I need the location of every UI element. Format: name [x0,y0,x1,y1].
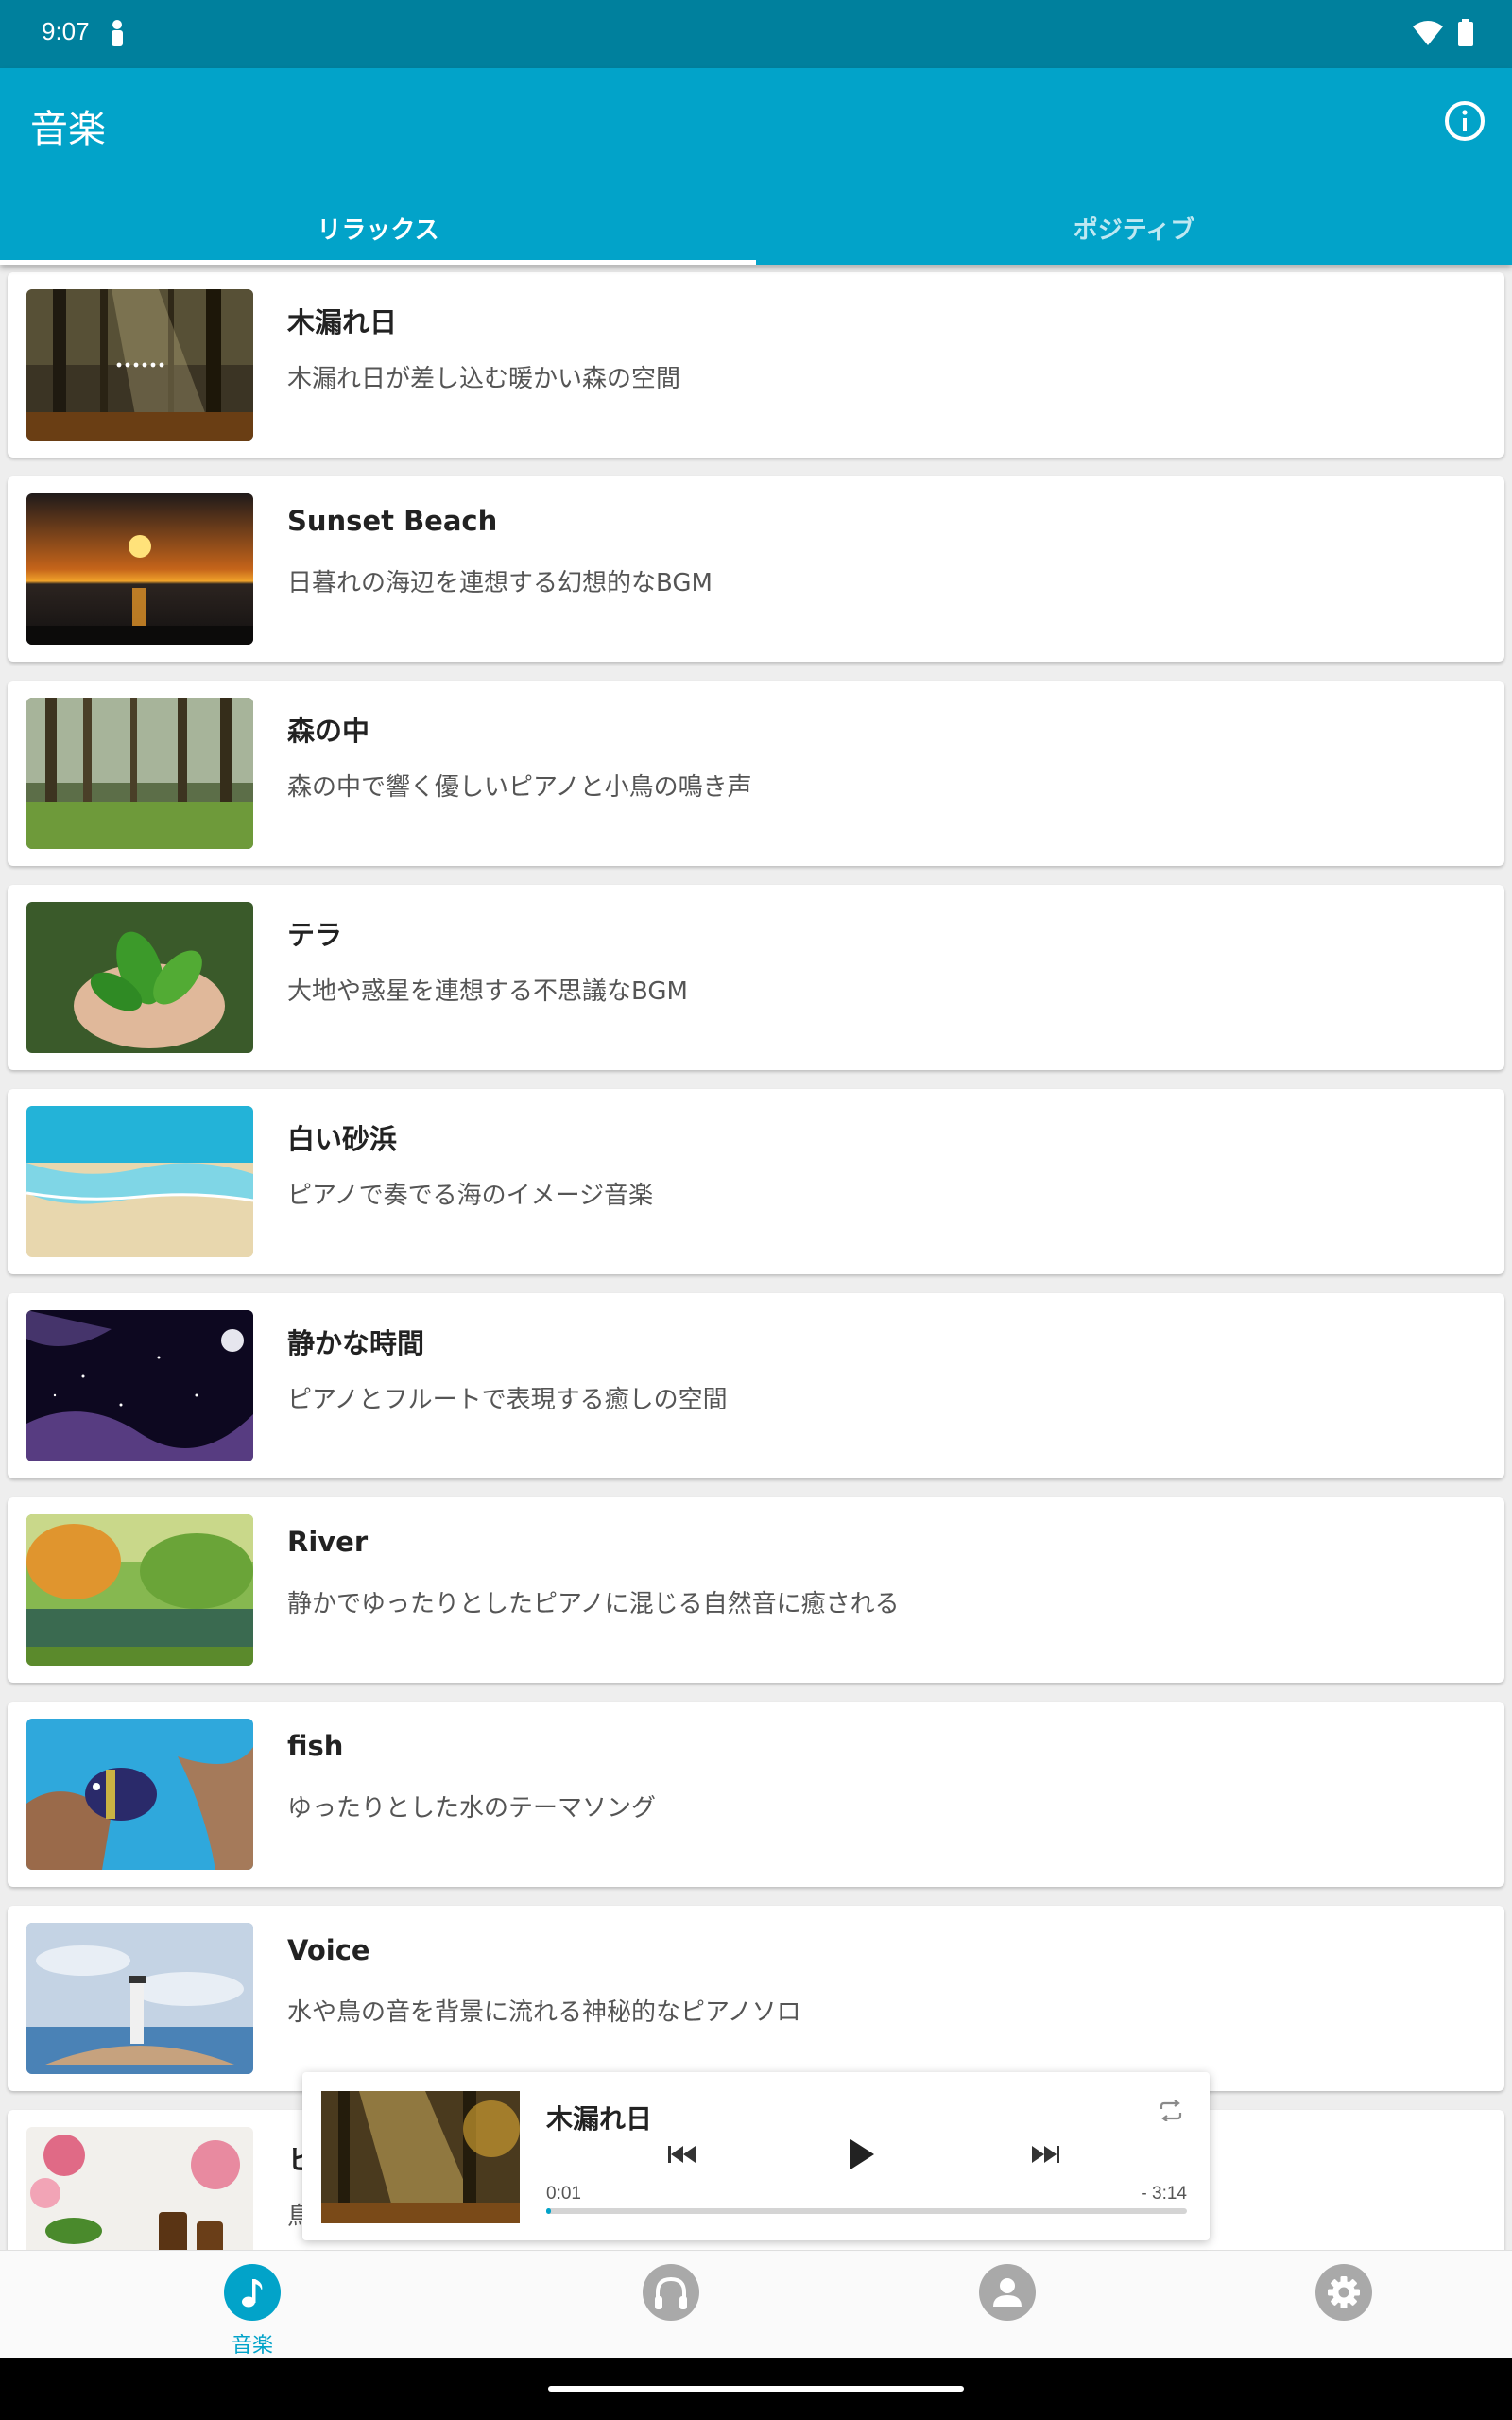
nav-settings[interactable] [1249,2251,1438,2359]
track-card[interactable]: 静かな時間 ピアノとフルートで表現する癒しの空間 [8,1293,1504,1478]
track-card[interactable]: 森の中 森の中で響く優しいピアノと小鳥の鳴き声 [8,681,1504,866]
page-title: 音楽 [30,108,106,151]
track-thumbnail [26,289,253,441]
track-thumbnail [26,1310,253,1461]
tab-bar: リラックス ポジティブ [0,191,1512,265]
track-description: 木漏れ日が差し込む暖かい森の空間 [287,365,681,393]
nav-listen[interactable] [576,2251,765,2359]
battery-icon [1457,19,1474,51]
play-icon[interactable] [849,2138,875,2174]
track-card[interactable]: Sunset Beach 日暮れの海辺を連想する幻想的なBGM [8,476,1504,662]
track-description: ピアノで奏でる海のイメージ音楽 [287,1182,654,1210]
track-card[interactable]: 木漏れ日 木漏れ日が差し込む暖かい森の空間 [8,272,1504,458]
home-handle[interactable] [548,2386,964,2392]
track-description: 水や鳥の音を背景に流れる神秘的なピアノソロ [287,1998,801,2027]
track-description: 森の中で響く優しいピアノと小鳥の鳴き声 [287,773,752,802]
track-thumbnail [26,1106,253,1257]
mini-player[interactable]: 木漏れ日 0:01 - 3:14 [302,2072,1210,2240]
track-title: River [287,1526,369,1558]
track-title: fish [287,1730,344,1762]
gear-icon [1315,2264,1372,2321]
current-time: 0:01 [546,2184,581,2204]
track-title: Sunset Beach [287,505,498,537]
info-icon [1445,101,1485,141]
track-description: 日暮れの海辺を連想する幻想的なBGM [287,569,713,597]
track-title: Voice [287,1934,370,1966]
track-title: 静かな時間 [287,1327,425,1359]
app-bar: 音楽 リラックス ポジティブ [0,68,1512,265]
gesture-bar [0,2358,1512,2420]
track-title: 木漏れ日 [287,306,398,338]
headphones-icon [643,2264,699,2321]
player-artwork [321,2091,520,2223]
track-thumbnail [26,1923,253,2074]
track-card[interactable]: fish ゆったりとした水のテーマソング [8,1702,1504,1887]
progress-slider[interactable] [546,2208,1187,2214]
track-card[interactable]: River 静かでゆったりとしたピアノに混じる自然音に癒される [8,1497,1504,1683]
track-description: 大地や惑星を連想する不思議なBGM [287,977,688,1006]
person-icon [108,19,127,51]
track-card[interactable]: Voice 水や鳥の音を背景に流れる神秘的なピアノソロ [8,1906,1504,2091]
track-description: ピアノとフルートで表現する癒しの空間 [287,1386,728,1414]
track-card[interactable]: テラ 大地や惑星を連想する不思議なBGM [8,885,1504,1070]
track-thumbnail [26,698,253,849]
track-list: 木漏れ日 木漏れ日が差し込む暖かい森の空間 Sunset Beach 日暮れの海… [0,265,1512,2250]
remaining-time: - 3:14 [1141,2184,1187,2204]
nav-music[interactable]: 音楽 [158,2251,347,2359]
status-bar: 9:07 [0,0,1512,68]
bottom-nav: 音楽 [0,2250,1512,2358]
track-title: テラ [287,919,343,951]
track-thumbnail [26,2127,253,2250]
track-description: 静かでゆったりとしたピアノに混じる自然音に癒される [287,1590,900,1618]
progress-fill [546,2208,551,2214]
tab-positive[interactable]: ポジティブ [756,191,1512,265]
skip-previous-icon[interactable] [667,2144,697,2169]
track-thumbnail [26,1514,253,1666]
music-note-icon [224,2264,281,2321]
track-title: 白い砂浜 [287,1123,398,1155]
track-card[interactable]: 白い砂浜 ピアノで奏でる海のイメージ音楽 [8,1089,1504,1274]
track-description: ゆったりとした水のテーマソング [287,1794,657,1823]
status-time: 9:07 [42,17,90,45]
nav-music-label: 音楽 [231,2334,273,2358]
track-thumbnail [26,1719,253,1870]
tab-relax[interactable]: リラックス [0,191,756,265]
repeat-icon[interactable] [1157,2100,1185,2125]
wifi-icon [1412,20,1444,50]
account-icon [979,2264,1036,2321]
track-thumbnail [26,493,253,645]
nav-account[interactable] [913,2251,1102,2359]
track-thumbnail [26,902,253,1053]
info-button[interactable] [1440,96,1489,146]
skip-next-icon[interactable] [1030,2144,1060,2169]
track-title: 森の中 [287,715,370,747]
player-title: 木漏れ日 [546,2103,653,2135]
